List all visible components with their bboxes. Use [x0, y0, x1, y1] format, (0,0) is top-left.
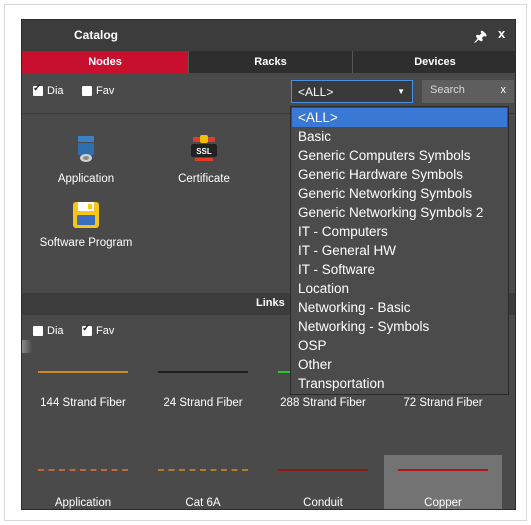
link-item-selected[interactable]: Copper [384, 455, 502, 509]
link-line-swatch [38, 371, 128, 373]
software-program-icon [73, 202, 99, 228]
node-software-program[interactable]: Software Program [28, 200, 144, 249]
category-select[interactable]: <ALL> ▼ [291, 80, 413, 103]
svg-text:SSL: SSL [196, 147, 212, 156]
link-label: Conduit [303, 497, 343, 509]
dropdown-option[interactable]: Generic Networking Symbols 2 [292, 203, 507, 222]
dropdown-option[interactable]: IT - General HW [292, 241, 507, 260]
dropdown-option[interactable]: IT - Software [292, 260, 507, 279]
certificate-icon: SSL [191, 135, 217, 161]
link-line-swatch [278, 371, 290, 373]
chevron-down-icon: ▼ [397, 87, 405, 96]
dropdown-option[interactable]: <ALL> [292, 108, 507, 127]
link-line-swatch [278, 469, 368, 471]
link-label: 24 Strand Fiber [163, 397, 243, 409]
close-button[interactable]: x [498, 26, 505, 41]
node-label: Application [57, 173, 115, 185]
link-item[interactable]: Conduit [264, 455, 382, 509]
node-label: Software Program [39, 237, 133, 249]
link-line-swatch [38, 469, 128, 471]
link-label: Cat 6A [185, 497, 221, 509]
tab-nodes[interactable]: Nodes [22, 51, 188, 73]
dia-checkbox[interactable] [33, 83, 43, 96]
node-certificate[interactable]: SSL Certificate [160, 134, 248, 185]
catalog-titlebar[interactable]: Catalog 🖈 x [22, 20, 515, 51]
fav-checkbox[interactable] [82, 86, 92, 96]
dropdown-option[interactable]: Generic Hardware Symbols [292, 165, 507, 184]
link-item[interactable]: 24 Strand Fiber [144, 353, 262, 409]
link-label: 144 Strand Fiber [40, 397, 126, 409]
search-input[interactable]: Search x [422, 80, 514, 103]
dropdown-option[interactable]: IT - Computers [292, 222, 507, 241]
link-label: 72 Strand Fiber [403, 397, 483, 409]
dropdown-option[interactable]: Generic Networking Symbols [292, 184, 507, 203]
link-label: Application [54, 497, 112, 509]
category-dropdown-list: <ALL> Basic Generic Computers Symbols Ge… [290, 106, 509, 395]
dropdown-option[interactable]: Transportation [292, 374, 507, 393]
link-line-swatch [158, 469, 248, 471]
dropdown-option[interactable]: Basic [292, 127, 507, 146]
application-icon [78, 136, 94, 162]
dropdown-option[interactable]: Other [292, 355, 507, 374]
pin-icon[interactable]: 🖈 [474, 26, 487, 50]
category-select-value: <ALL> [298, 85, 334, 99]
search-placeholder: Search [430, 84, 465, 96]
fav-label: Fav [96, 85, 115, 97]
search-clear-button[interactable]: x [501, 84, 507, 96]
dropdown-option[interactable]: OSP [292, 336, 507, 355]
link-line-swatch [398, 469, 488, 471]
link-line-swatch [158, 371, 248, 373]
links-dia-label: Dia [47, 325, 64, 337]
panel-title: Catalog [74, 28, 119, 42]
node-application[interactable]: Application [42, 134, 130, 185]
dropdown-option[interactable]: Networking - Basic [292, 298, 507, 317]
node-label: Certificate [178, 173, 230, 185]
link-label: 288 Strand Fiber [280, 397, 366, 409]
dropdown-option[interactable]: Location [292, 279, 507, 298]
tab-devices[interactable]: Devices [352, 51, 515, 73]
tab-racks[interactable]: Racks [188, 51, 352, 73]
dropdown-option[interactable]: Networking - Symbols [292, 317, 507, 336]
links-fav-checkbox[interactable] [82, 323, 92, 336]
links-fav-label: Fav [96, 325, 115, 337]
links-title: Links [256, 297, 285, 309]
links-dia-checkbox[interactable] [33, 326, 43, 336]
dropdown-option[interactable]: Generic Computers Symbols [292, 146, 507, 165]
link-item[interactable]: 144 Strand Fiber [24, 353, 142, 409]
catalog-tabs: Nodes Racks Devices [22, 51, 515, 73]
dia-label: Dia [47, 85, 64, 97]
link-item[interactable]: Cat 6A [144, 455, 262, 509]
link-label: Copper [424, 497, 462, 509]
link-item[interactable]: Application [24, 455, 142, 509]
